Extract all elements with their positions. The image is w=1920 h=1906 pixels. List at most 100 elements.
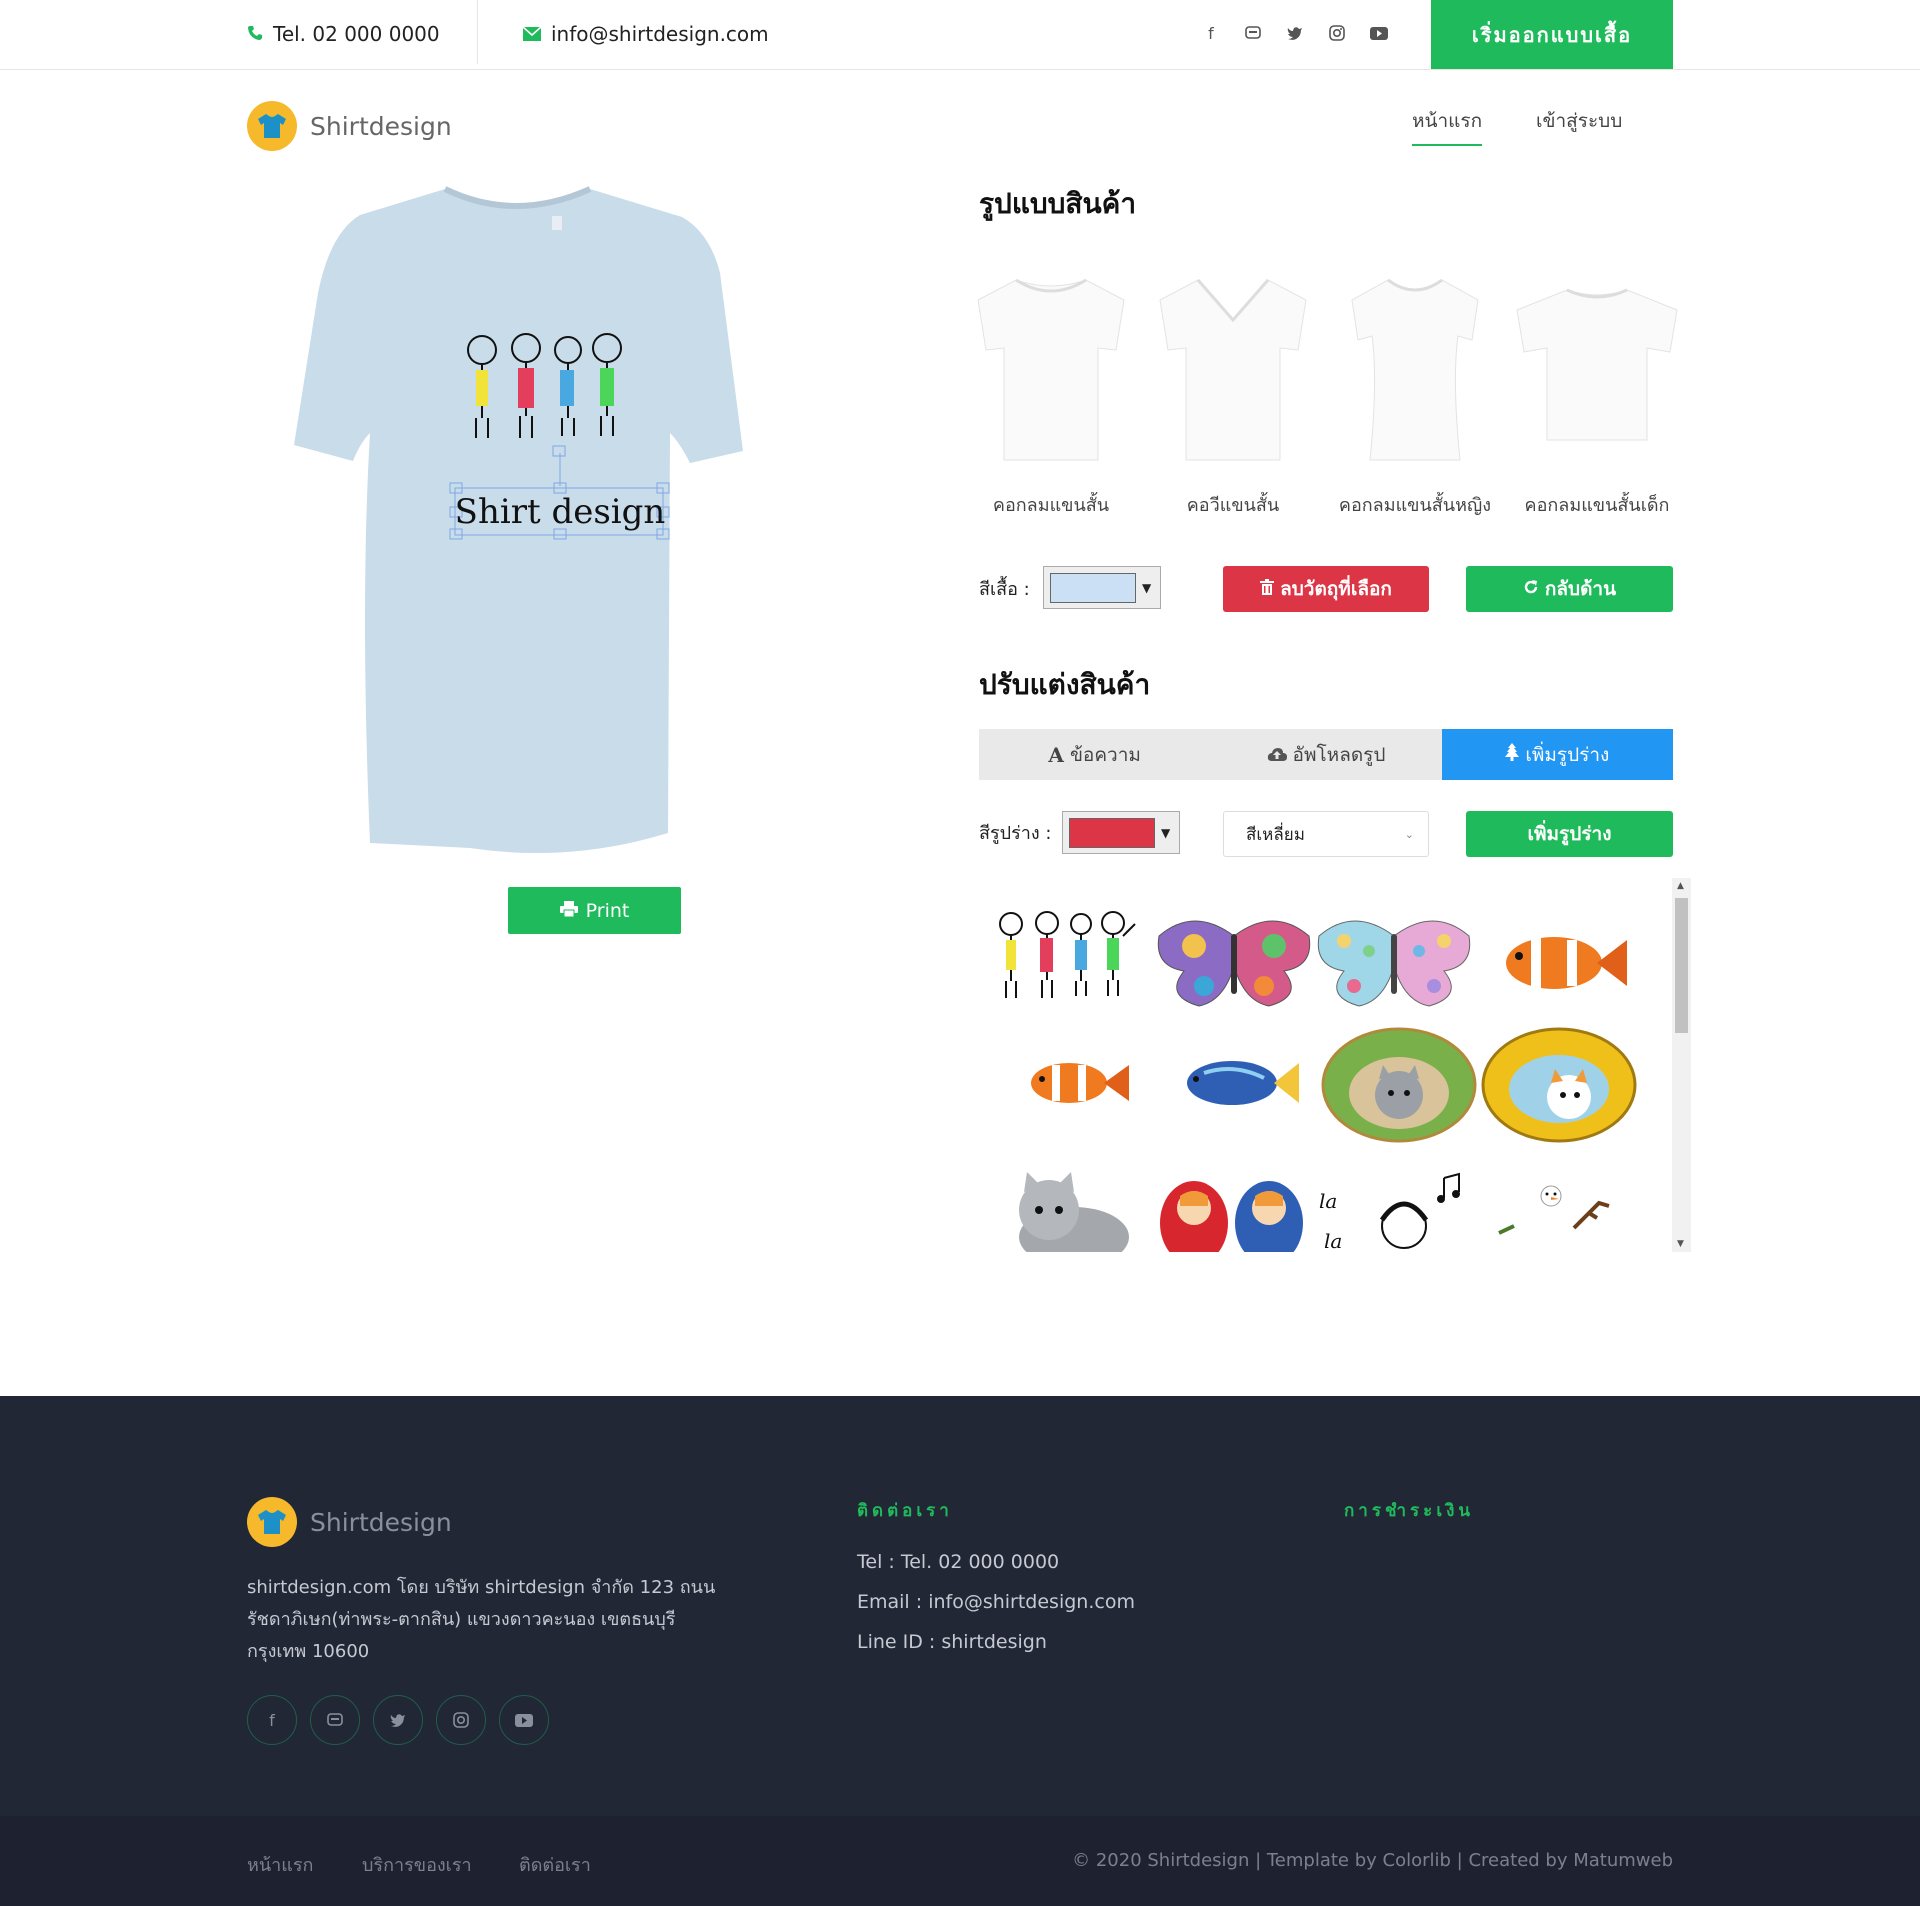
tab-label: อัพโหลดรูป [1292, 743, 1386, 766]
footer-link-contact[interactable]: ติดต่อเรา [519, 1850, 591, 1879]
shape-select-value: สีเหลี่ยม [1246, 824, 1305, 845]
twitter-icon[interactable] [1284, 22, 1306, 44]
font-icon: A [1048, 742, 1064, 767]
flip-button[interactable]: กลับด้าน [1466, 566, 1673, 612]
style-vneck-short[interactable]: คอวีแขนสั้น [1148, 270, 1318, 516]
tab-add-shape[interactable]: เพิ่มรูปร่าง [1441, 729, 1673, 780]
scroll-thumb[interactable] [1675, 898, 1688, 1033]
start-design-button[interactable]: เริ่มออกแบบเสื้อ [1431, 0, 1673, 69]
chevron-down-icon: ⌄ [1404, 827, 1414, 841]
shirt-color-swatch [1050, 572, 1136, 603]
footer-about: shirtdesign.com โดย บริษัท shirtdesign จ… [247, 1577, 716, 1662]
delete-label: ลบวัตถุที่เลือก [1280, 578, 1392, 600]
nav-login[interactable]: เข้าสู่ระบบ [1536, 106, 1622, 144]
shirt-logo-icon [247, 1497, 297, 1547]
matryoshka-clipart[interactable] [1154, 1168, 1314, 1252]
butterfly-dots-clipart[interactable] [1314, 906, 1474, 1026]
cat-stone-clipart[interactable] [1319, 1023, 1479, 1143]
customize-tabs: A ข้อความ อัพโหลดรูป เพิ่มรูปร่าง [979, 729, 1673, 780]
footer-link-home[interactable]: หน้าแรก [247, 1850, 313, 1879]
tab-upload[interactable]: อัพโหลดรูป [1210, 729, 1441, 780]
nav-home[interactable]: หน้าแรก [1412, 106, 1483, 146]
youtube-icon[interactable] [499, 1695, 549, 1745]
footer-social-links: f [247, 1695, 549, 1745]
tab-label: เพิ่มรูปร่าง [1525, 743, 1610, 766]
refresh-icon [1523, 578, 1539, 600]
footer-brand-name: Shirtdesign [310, 1507, 452, 1537]
style-label: คอวีแขนสั้น [1186, 495, 1280, 516]
tab-text[interactable]: A ข้อความ [979, 729, 1210, 780]
butterfly-clipart[interactable] [1154, 906, 1314, 1026]
style-label: คอกลมแขนสั้น [992, 495, 1110, 516]
shirt-color-label: สีเสื้อ : [979, 579, 1030, 600]
print-button[interactable]: Print [508, 887, 681, 934]
style-women-short[interactable]: คอกลมแขนสั้นหญิง [1330, 270, 1500, 516]
tabby-cat-clipart[interactable] [999, 1162, 1159, 1252]
shape-select[interactable]: สีเหลี่ยม ⌄ [1223, 811, 1429, 857]
print-label: Print [585, 899, 630, 922]
shape-color-picker[interactable]: ▼ [1062, 811, 1180, 854]
email-text: info@shirtdesign.com [551, 22, 769, 46]
caret-down-icon: ▼ [1161, 825, 1171, 840]
svg-text:la: la [1324, 1229, 1342, 1252]
trash-icon [1260, 578, 1275, 600]
twitter-icon[interactable] [373, 1695, 423, 1745]
brand[interactable]: Shirtdesign [247, 101, 452, 151]
kids-clipart[interactable] [989, 906, 1149, 1026]
shape-color-label: สีรูปร่าง : [979, 823, 1052, 844]
topbar-divider [477, 0, 478, 64]
instagram-icon[interactable] [1326, 22, 1348, 44]
tropical-fish-clipart[interactable] [1174, 1043, 1334, 1163]
footer-tel: Tel : Tel. 02 000 0000 [857, 1551, 1060, 1573]
youtube-icon[interactable] [1368, 22, 1390, 44]
facebook-icon[interactable]: f [1200, 22, 1222, 44]
line-icon[interactable] [310, 1695, 360, 1745]
tree-icon [1505, 743, 1520, 766]
shirt-preview[interactable]: Shirt design [290, 183, 845, 858]
customize-title: ปรับแต่งสินค้า [979, 668, 1151, 701]
footer-email: Email : info@shirtdesign.com [857, 1591, 1135, 1613]
shirt-color-picker[interactable]: ▼ [1043, 566, 1161, 609]
clownfish-clipart[interactable] [1479, 918, 1639, 1038]
product-styles-title: รูปแบบสินค้า [979, 187, 1137, 220]
envelope-icon [522, 22, 542, 46]
footer-contact-heading: ติดต่อเรา [857, 1501, 953, 1521]
clipart-gallery[interactable]: la la ▲ ▼ [979, 878, 1691, 1252]
style-label: คอกลมแขนสั้นเด็ก [1524, 495, 1670, 516]
cloud-upload-icon [1267, 744, 1287, 766]
facebook-icon[interactable]: f [247, 1695, 297, 1745]
add-shape-button[interactable]: เพิ่มรูปร่าง [1466, 811, 1673, 857]
style-crew-short[interactable]: คอกลมแขนสั้น [966, 270, 1136, 516]
style-label: คอกลมแขนสั้นหญิง [1338, 495, 1492, 516]
snowman-clipart[interactable] [1479, 1178, 1639, 1252]
gallery-scrollbar[interactable]: ▲ ▼ [1672, 878, 1691, 1252]
phone-contact: Tel. 02 000 0000 [247, 22, 440, 46]
svg-text:la: la [1319, 1189, 1337, 1213]
phone-icon [247, 22, 263, 46]
top-social-links: f [1200, 22, 1390, 44]
shape-color-swatch [1069, 817, 1155, 848]
phone-text: Tel. 02 000 0000 [273, 22, 440, 46]
footer-link-services[interactable]: บริการของเรา [362, 1850, 472, 1879]
printer-icon [559, 900, 578, 922]
design-text-on-shirt: Shirt design [455, 492, 666, 532]
singing-boy-clipart[interactable]: la la [1319, 1168, 1479, 1252]
scroll-down-icon[interactable]: ▼ [1677, 1239, 1684, 1249]
instagram-icon[interactable] [436, 1695, 486, 1745]
footer-line-id: Line ID : shirtdesign [857, 1631, 1047, 1653]
clownfish-small-clipart[interactable] [1014, 1043, 1174, 1163]
flip-label: กลับด้าน [1544, 578, 1617, 600]
calico-cat-stone-clipart[interactable] [1479, 1023, 1639, 1143]
caret-down-icon: ▼ [1142, 580, 1152, 595]
copyright: © 2020 Shirtdesign | Template by Colorli… [1072, 1850, 1673, 1871]
footer-payment-heading: การชำระเงิน [1344, 1501, 1475, 1521]
style-kids-short[interactable]: คอกลมแขนสั้นเด็ก [1512, 270, 1682, 516]
delete-selected-button[interactable]: ลบวัตถุที่เลือก [1223, 566, 1429, 612]
line-icon[interactable] [1242, 22, 1264, 44]
email-contact: info@shirtdesign.com [522, 22, 769, 46]
footer-brand[interactable]: Shirtdesign [247, 1497, 452, 1547]
tab-label: ข้อความ [1069, 743, 1141, 766]
scroll-up-icon[interactable]: ▲ [1677, 881, 1684, 891]
top-bar: Tel. 02 000 0000 info@shirtdesign.com f … [0, 0, 1920, 70]
shirt-logo-icon [247, 101, 297, 151]
